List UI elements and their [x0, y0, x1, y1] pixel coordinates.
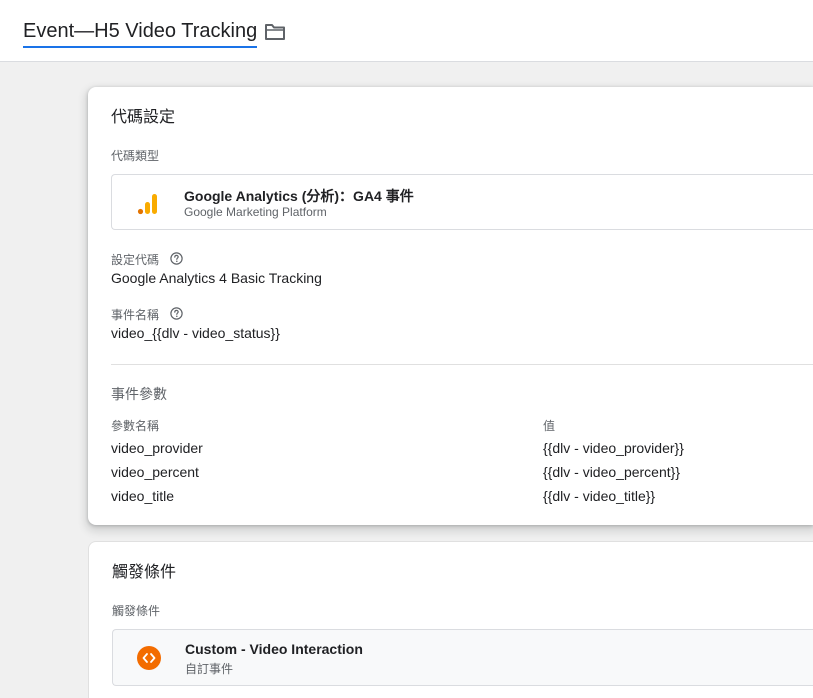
param-name: video_title — [111, 488, 175, 504]
param-name: video_percent — [111, 464, 199, 480]
tag-title-field[interactable]: Event—H5 Video Tracking — [23, 19, 258, 48]
tag-type-subtitle: Google Marketing Platform — [184, 205, 327, 219]
tag-configuration-title: 代碼設定 — [111, 109, 176, 126]
help-icon[interactable] — [170, 307, 183, 320]
trigger-item[interactable]: Custom - Video Interaction 自訂事件 — [112, 629, 813, 686]
config-tag-value: Google Analytics 4 Basic Tracking — [111, 270, 322, 286]
event-name-label: 事件名稱 — [111, 308, 160, 322]
param-name-column-header: 參數名稱 — [111, 419, 160, 433]
param-value: {{dlv - video_title}} — [543, 488, 656, 504]
param-value-column-header: 值 — [543, 419, 556, 433]
help-icon[interactable] — [170, 252, 183, 265]
param-value: {{dlv - video_provider}} — [543, 440, 684, 456]
config-tag-label: 設定代碼 — [111, 253, 160, 267]
tag-type-box[interactable]: Google Analytics (分析)：GA4 事件 Google Mark… — [111, 174, 813, 230]
google-analytics-icon — [137, 194, 157, 215]
tag-configuration-card[interactable]: 代碼設定 代碼類型 Google Analytics (分析)：GA4 事件 G… — [88, 87, 813, 525]
custom-event-icon — [137, 646, 161, 670]
trigger-type: 自訂事件 — [185, 662, 234, 676]
folder-icon[interactable] — [264, 23, 286, 41]
section-divider — [111, 364, 813, 365]
firing-triggers-label: 觸發條件 — [112, 604, 161, 618]
event-parameters-title: 事件參數 — [111, 386, 167, 402]
tag-type-label: 代碼類型 — [111, 149, 160, 163]
top-bar: Event—H5 Video Tracking — [0, 0, 813, 62]
triggering-card[interactable]: 觸發條件 觸發條件 Custom - Video Interaction 自訂事… — [88, 541, 813, 698]
event-name-value: video_{{dlv - video_status}} — [111, 325, 280, 341]
param-value: {{dlv - video_percent}} — [543, 464, 680, 480]
trigger-name: Custom - Video Interaction — [185, 641, 363, 657]
tag-type-name: Google Analytics (分析)：GA4 事件 — [184, 188, 414, 204]
triggering-title: 觸發條件 — [112, 564, 177, 581]
tag-title[interactable]: Event—H5 Video Tracking — [23, 19, 257, 44]
param-name: video_provider — [111, 440, 203, 456]
